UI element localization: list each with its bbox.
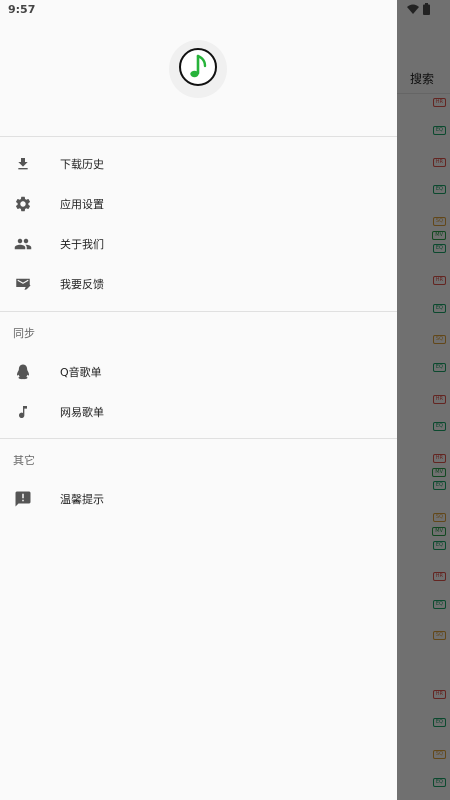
menu-divider	[0, 438, 397, 439]
menu-item-label: 网易歌单	[60, 406, 104, 419]
app-logo	[169, 40, 227, 98]
menu-divider	[0, 311, 397, 312]
menu-item-feedback[interactable]: 我要反馈	[0, 264, 397, 304]
wifi-icon	[407, 4, 419, 14]
announcement-icon	[13, 489, 33, 509]
gear-icon	[13, 194, 33, 214]
status-time: 9:57	[8, 3, 36, 16]
menu-item-label: 下载历史	[60, 158, 104, 171]
qq-penguin-icon	[13, 362, 33, 382]
drawer-main-menu: 下载历史 应用设置 关于我们 我要反馈	[0, 144, 397, 304]
menu-item-about-us[interactable]: 关于我们	[0, 224, 397, 264]
status-bar: 9:57	[0, 0, 450, 20]
menu-item-download-history[interactable]: 下载历史	[0, 144, 397, 184]
menu-item-tips[interactable]: 温馨提示	[0, 479, 397, 519]
status-icons	[407, 3, 430, 15]
battery-icon	[423, 3, 430, 15]
section-title-sync: 同步	[13, 327, 35, 340]
people-icon	[13, 234, 33, 254]
music-note-icon	[13, 402, 33, 422]
drawer-header	[0, 0, 397, 137]
feedback-icon	[13, 274, 33, 294]
menu-item-netease-playlist[interactable]: 网易歌单	[0, 392, 397, 432]
drawer-sync-menu: Q音歌单 网易歌单	[0, 352, 397, 432]
menu-item-label: 关于我们	[60, 238, 104, 251]
drawer-other-menu: 温馨提示	[0, 479, 397, 519]
menu-item-label: 我要反馈	[60, 278, 104, 291]
navigation-drawer: 下载历史 应用设置 关于我们 我要反馈 同步 Q音歌单 网易歌单 其它 温馨提示	[0, 0, 397, 800]
download-icon	[13, 154, 33, 174]
music-note-icon	[178, 47, 218, 91]
menu-item-qq-playlist[interactable]: Q音歌单	[0, 352, 397, 392]
menu-item-label: 温馨提示	[60, 493, 104, 506]
menu-item-label: 应用设置	[60, 198, 104, 211]
menu-item-app-settings[interactable]: 应用设置	[0, 184, 397, 224]
menu-item-label: Q音歌单	[60, 366, 102, 379]
section-title-other: 其它	[13, 454, 35, 467]
